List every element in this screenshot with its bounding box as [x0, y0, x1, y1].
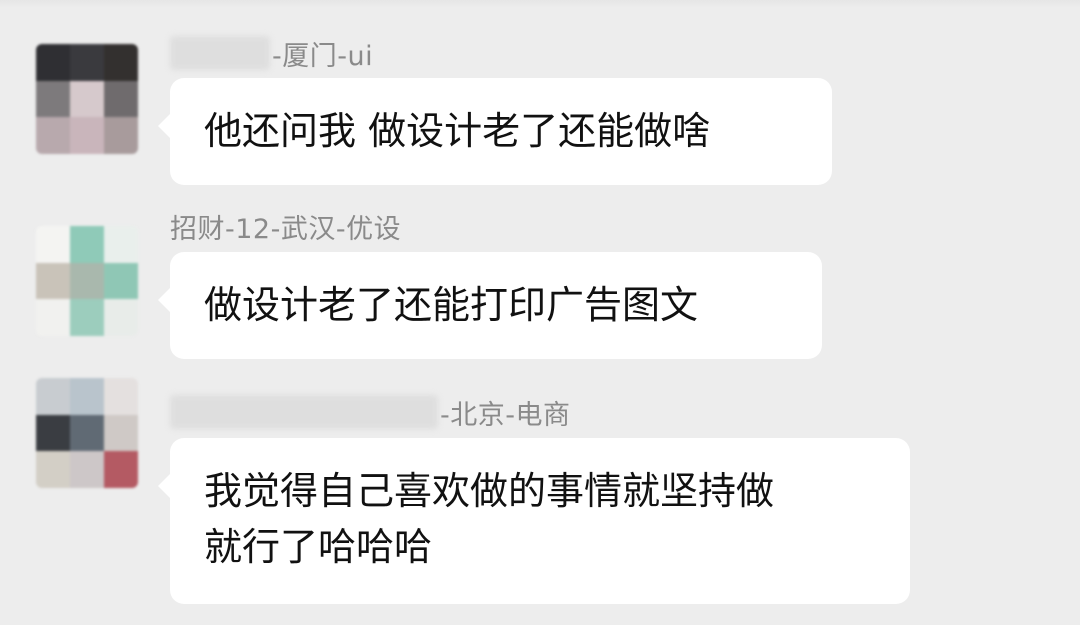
avatar-pixel	[70, 299, 104, 336]
avatar-pixel	[104, 117, 138, 154]
message-text-line-1: 我觉得自己喜欢做的事情就坚持做	[204, 469, 775, 513]
avatar-pixel	[36, 80, 70, 118]
avatar-pixel	[104, 378, 138, 415]
message-text-line-2: 就行了哈哈哈	[204, 525, 433, 569]
avatar-pixel	[104, 44, 138, 81]
avatar[interactable]	[36, 44, 138, 154]
avatar-pixel	[36, 226, 70, 263]
avatar-pixel	[70, 451, 104, 488]
sender-name: 招财-12-武汉-优设	[170, 206, 401, 246]
sender-name: -厦门-ui	[170, 33, 373, 73]
redacted-name	[170, 36, 270, 70]
avatar-pixel	[104, 226, 138, 263]
avatar[interactable]	[36, 226, 138, 336]
avatar-pixel	[104, 451, 138, 488]
avatar-pixel	[36, 378, 70, 415]
message-text: 他还问我 做设计老了还能做啥	[204, 109, 711, 153]
avatar-pixel	[36, 414, 70, 452]
avatar-pixel	[70, 414, 104, 452]
avatar-pixel	[36, 451, 70, 488]
avatar-pixel	[36, 262, 70, 300]
avatar-pixel	[70, 262, 104, 300]
avatar[interactable]	[36, 378, 138, 488]
message-bubble[interactable]: 我觉得自己喜欢做的事情就坚持做 就行了哈哈哈	[158, 438, 910, 604]
avatar-pixel	[104, 80, 138, 118]
avatar-pixel	[70, 80, 104, 118]
message-bubble[interactable]: 他还问我 做设计老了还能做啥	[158, 78, 832, 185]
avatar-pixel	[70, 117, 104, 154]
top-edge	[0, 0, 1080, 8]
message-bubble[interactable]: 做设计老了还能打印广告图文	[158, 252, 822, 359]
avatar-pixel	[70, 226, 104, 263]
avatar-pixel	[36, 299, 70, 336]
avatar-pixel	[104, 414, 138, 452]
sender-name: -北京-电商	[170, 392, 571, 432]
avatar-pixel	[36, 117, 70, 154]
avatar-pixel	[104, 262, 138, 300]
avatar-pixel	[70, 44, 104, 81]
message-text: 做设计老了还能打印广告图文	[204, 283, 699, 327]
redacted-name	[170, 395, 438, 429]
avatar-pixel	[36, 44, 70, 81]
avatar-pixel	[70, 378, 104, 415]
sender-location: -北京-电商	[440, 399, 571, 431]
sender-label: 招财-12-武汉-优设	[170, 213, 402, 245]
avatar-pixel	[104, 299, 138, 336]
sender-location: -厦门-ui	[272, 40, 374, 72]
